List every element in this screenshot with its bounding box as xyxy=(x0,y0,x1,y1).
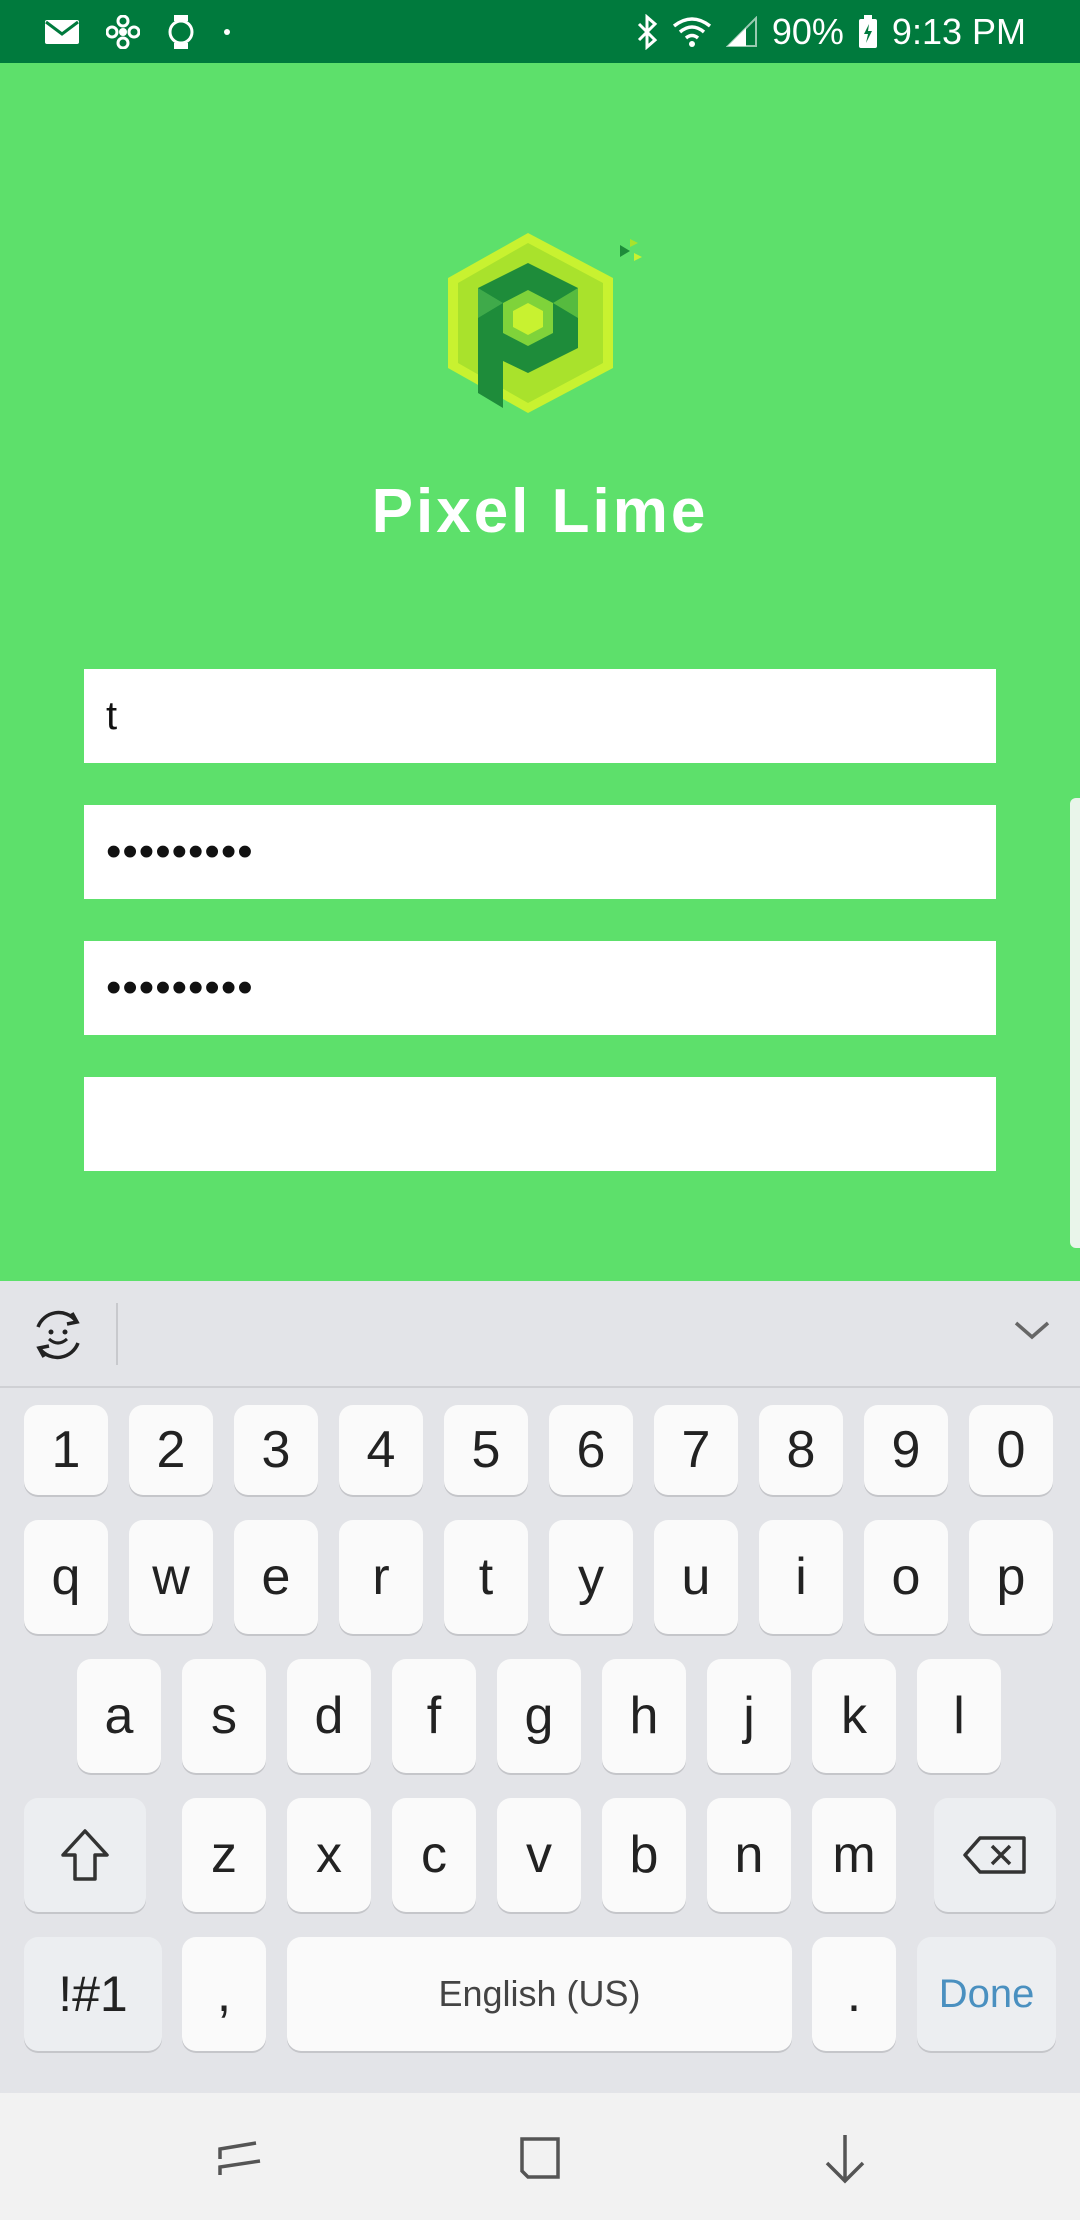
confirm-password-field[interactable]: ••••••••• xyxy=(84,941,996,1035)
key-p[interactable]: p xyxy=(969,1520,1053,1634)
shift-key[interactable] xyxy=(24,1798,146,1912)
battery-percent: 90% xyxy=(771,10,844,52)
toolbar-divider xyxy=(116,1303,118,1365)
key-y[interactable]: y xyxy=(549,1520,633,1634)
username-value: t xyxy=(106,693,118,738)
wifi-icon xyxy=(672,16,712,48)
backspace-icon xyxy=(963,1836,1026,1874)
pixel-lime-logo-icon xyxy=(448,233,642,413)
key-c[interactable]: c xyxy=(392,1798,476,1912)
key-h[interactable]: h xyxy=(602,1659,686,1773)
brand-name: Pixel Lime xyxy=(371,477,709,546)
key-w[interactable]: w xyxy=(129,1520,213,1634)
key-i[interactable]: i xyxy=(759,1520,843,1634)
key-d[interactable]: d xyxy=(287,1659,371,1773)
key-o[interactable]: o xyxy=(864,1520,948,1634)
done-key[interactable]: Done xyxy=(917,1937,1056,2051)
emoji-sync-icon[interactable] xyxy=(28,1305,88,1365)
backspace-key[interactable] xyxy=(934,1798,1056,1912)
key-k[interactable]: k xyxy=(812,1659,896,1773)
battery-icon xyxy=(858,14,878,49)
password-value: ••••••••• xyxy=(106,827,254,876)
home-icon[interactable] xyxy=(510,2129,570,2189)
chevron-down-icon[interactable] xyxy=(1012,1311,1052,1351)
extra-field[interactable] xyxy=(84,1077,996,1171)
status-bar: 90% 9:13 PM xyxy=(0,0,1080,63)
confirm-password-value: ••••••••• xyxy=(106,963,254,1012)
key-x[interactable]: x xyxy=(287,1798,371,1912)
key-2[interactable]: 2 xyxy=(129,1405,213,1495)
signal-icon xyxy=(725,15,758,48)
key-q[interactable]: q xyxy=(24,1520,108,1634)
key-n[interactable]: n xyxy=(707,1798,791,1912)
watch-icon xyxy=(166,14,196,50)
key-1[interactable]: 1 xyxy=(24,1405,108,1495)
fan-icon xyxy=(106,14,140,49)
key-u[interactable]: u xyxy=(654,1520,738,1634)
key-b[interactable]: b xyxy=(602,1798,686,1912)
soft-keyboard: 1 2 3 4 5 6 7 8 9 0 q w e r t y u i o p … xyxy=(0,1281,1080,2093)
shift-arrow-icon xyxy=(61,1829,109,1881)
key-7[interactable]: 7 xyxy=(654,1405,738,1495)
key-m[interactable]: m xyxy=(812,1798,896,1912)
comma-key[interactable]: , xyxy=(182,1937,266,2051)
key-r[interactable]: r xyxy=(339,1520,423,1634)
key-3[interactable]: 3 xyxy=(234,1405,318,1495)
key-l[interactable]: l xyxy=(917,1659,1001,1773)
key-a[interactable]: a xyxy=(77,1659,161,1773)
key-0[interactable]: 0 xyxy=(969,1405,1053,1495)
space-key[interactable]: English (US) xyxy=(287,1937,792,2051)
period-key[interactable]: . xyxy=(812,1937,896,2051)
key-4[interactable]: 4 xyxy=(339,1405,423,1495)
key-s[interactable]: s xyxy=(182,1659,266,1773)
key-9[interactable]: 9 xyxy=(864,1405,948,1495)
key-5[interactable]: 5 xyxy=(444,1405,528,1495)
status-left-icons xyxy=(44,0,232,63)
status-right-icons: 90% 9:13 PM xyxy=(636,0,1026,63)
symbols-key[interactable]: !#1 xyxy=(24,1937,162,2051)
key-z[interactable]: z xyxy=(182,1798,266,1912)
key-j[interactable]: j xyxy=(707,1659,791,1773)
username-field[interactable]: t xyxy=(84,669,996,763)
navigation-bar xyxy=(0,2093,1080,2220)
edge-panel-handle[interactable] xyxy=(1070,798,1080,1248)
key-t[interactable]: t xyxy=(444,1520,528,1634)
clock: 9:13 PM xyxy=(891,10,1026,52)
signup-screen: Pixel Lime t ••••••••• ••••••••• xyxy=(0,63,1080,1281)
key-f[interactable]: f xyxy=(392,1659,476,1773)
dot-icon xyxy=(222,27,232,37)
mail-icon xyxy=(44,18,80,46)
key-6[interactable]: 6 xyxy=(549,1405,633,1495)
key-v[interactable]: v xyxy=(497,1798,581,1912)
bluetooth-icon xyxy=(636,13,658,50)
recents-icon[interactable] xyxy=(210,2129,270,2189)
key-8[interactable]: 8 xyxy=(759,1405,843,1495)
key-g[interactable]: g xyxy=(497,1659,581,1773)
back-icon[interactable] xyxy=(815,2129,875,2189)
keyboard-toolbar xyxy=(0,1281,1080,1388)
key-e[interactable]: e xyxy=(234,1520,318,1634)
password-field[interactable]: ••••••••• xyxy=(84,805,996,899)
